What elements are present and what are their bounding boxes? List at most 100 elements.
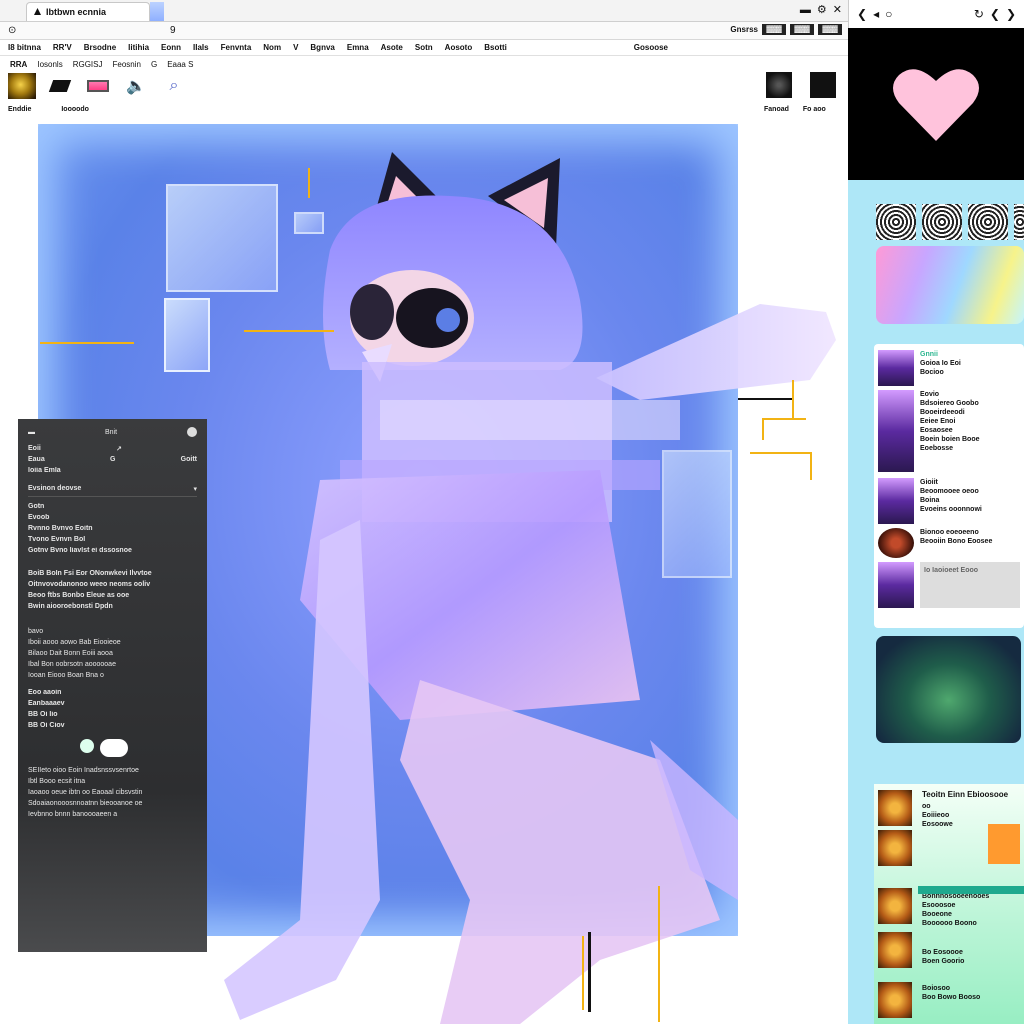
guide-line[interactable] <box>738 398 794 400</box>
bottom-card-text: Bo Eosoooe Boen Goorio <box>922 948 1022 966</box>
bottom-card-thumbnail[interactable] <box>878 790 912 826</box>
panel-paragraph: bavo Iboii aooo aowo Bab Eiooieoe Bilaoo… <box>28 626 197 681</box>
refresh-icon[interactable]: ↻ <box>974 7 984 21</box>
para-line: Beoo ftbs Bonbo Eleue as ooe <box>28 592 130 599</box>
sketch-thumbnail[interactable] <box>922 204 962 240</box>
panel-item[interactable]: Gotn <box>28 503 197 510</box>
sketch-thumbnails <box>876 204 1024 240</box>
sketch-thumbnail[interactable] <box>1014 204 1024 240</box>
list-line: Io Iaoioeet Eooo <box>924 567 979 574</box>
list-line: Bocioo <box>920 369 944 376</box>
para-line: Ibtl Booo ecsit itna <box>28 778 86 785</box>
card-line: Boooooo Boono <box>922 920 977 927</box>
guide-line[interactable] <box>244 330 334 332</box>
bottom-asset-card: Teoitn Einn Ebioosooe oo Eoiiieoo Eosoow… <box>874 784 1024 1024</box>
panel-title: Bnit <box>104 428 118 436</box>
list-line: Bdsoiereo Goobo <box>920 400 979 407</box>
circle-icon[interactable]: ○ <box>885 7 892 21</box>
guide-line[interactable] <box>762 418 764 440</box>
list-thumbnail <box>878 478 914 524</box>
list-item[interactable]: Eovio Bdsoiereo Goobo Booeirdeeodi Eeiee… <box>878 390 1020 472</box>
list-line: Boina <box>920 497 940 504</box>
list-line: Gioiit <box>920 479 938 486</box>
heart-preview[interactable] <box>848 28 1024 180</box>
list-item[interactable]: Bionoo eoeoeeno Beooiin Bono Eoosee <box>878 528 1020 558</box>
bottom-card-thumbnail[interactable] <box>878 982 912 1018</box>
bottom-card-thumbnail[interactable] <box>878 932 912 968</box>
guide-line[interactable] <box>810 452 812 480</box>
card-line: Boo Bowo Booso <box>922 994 981 1001</box>
guide-line[interactable] <box>40 342 134 344</box>
list-line: Gnnii <box>920 351 938 358</box>
panel-close-icon[interactable] <box>187 427 197 437</box>
list-line: Bionoo eoeoeeno <box>920 529 979 536</box>
para-line: Ibal Bon oobrsotn aoooooae <box>28 661 116 668</box>
list-line: Goioa Io Eoi <box>920 360 961 367</box>
panel-row[interactable]: Eoii ↗ <box>28 445 197 453</box>
list-item[interactable]: Gnnii Goioa Io Eoi Bocioo <box>878 350 1020 386</box>
bottom-card-text: Bonnnosooeenooes Esooosoe Booeone Booooo… <box>922 892 1022 928</box>
chevron-right-icon[interactable]: ❯ <box>1006 7 1016 21</box>
guide-line[interactable] <box>658 886 660 1022</box>
guide-line[interactable] <box>308 168 310 198</box>
panel-short-item[interactable]: BB Oi Ciov <box>28 722 197 729</box>
list-line: Boein boien Booe <box>920 436 980 443</box>
row-label: Eoii <box>28 445 41 452</box>
list-line: Eosaosee <box>920 427 953 434</box>
chevron-left-icon[interactable]: ❮ <box>990 7 1000 21</box>
para-line: Iboii aooo aowo Bab Eiooieoe <box>28 639 121 646</box>
list-line: Eovio <box>920 391 940 398</box>
row-value: Goitt <box>180 456 197 463</box>
list-line: Eeiee Enoi <box>920 418 956 425</box>
properties-panel: ▬ Bnit Eoii ↗ Eaua G Goitt Ioiia Emla Ev… <box>18 419 207 952</box>
panel-paragraph: BoiB BoIn Fsi Eor ONonwkevi Ilvvtoe Oitn… <box>28 568 197 612</box>
play-back-icon[interactable]: ◂ <box>873 7 879 21</box>
para-line: Oitnvovodanonoo weeo neoms ooliv <box>28 581 151 588</box>
panel-short-item[interactable]: Eanbaaaev <box>28 700 197 707</box>
list-line: Eoebosse <box>920 445 954 452</box>
chevron-down-icon: ▾ <box>193 486 197 493</box>
row-icon: ↗ <box>115 446 122 453</box>
list-item[interactable]: Gioiit Beoomooee oeoo Boina Evoeins ooon… <box>878 478 1020 524</box>
panel-short-item[interactable]: BB Oi Iio <box>28 711 197 718</box>
panel-paragraph: SEIIeto oioo Eoin Inadsnssvsenrtoe Ibtl … <box>28 765 197 820</box>
panel-item[interactable]: Tvono Evnvn BoI <box>28 536 197 543</box>
para-line: Ievbnno bnnn banoooaeen a <box>28 811 118 818</box>
list-thumbnail <box>878 390 914 472</box>
bottom-card-thumbnail[interactable] <box>878 830 912 866</box>
para-line: bavo <box>28 628 44 635</box>
gradient-swatch-card[interactable] <box>876 246 1024 324</box>
asset-list: Gnnii Goioa Io Eoi Bocioo Eovio Bdsoiere… <box>874 344 1024 628</box>
bottom-card-title: Teoitn Einn Ebioosooe <box>922 790 1009 799</box>
panel-item[interactable]: Gotnv Bvno Iiavlst ei dssosnoe <box>28 547 197 554</box>
photo-preview-card[interactable] <box>876 636 1021 743</box>
list-line: Evoeins ooonnowi <box>920 506 982 513</box>
emoji-row <box>80 739 197 757</box>
panel-item[interactable]: Rvnno Bvnvo Eoitn <box>28 525 197 532</box>
panel-short-item[interactable]: Eoo aaoin <box>28 689 197 696</box>
back-icon[interactable]: ❮ <box>857 7 867 21</box>
guide-line[interactable] <box>762 418 806 420</box>
mushroom-icon[interactable] <box>80 739 94 753</box>
card-line: Bo Eosoooe <box>922 949 963 956</box>
guide-line[interactable] <box>750 452 812 454</box>
panel-item[interactable]: Evoob <box>28 514 197 521</box>
sketch-thumbnail[interactable] <box>876 204 916 240</box>
bottom-card-thumbnail[interactable] <box>878 888 912 924</box>
panel-dropdown[interactable]: Evsinon deovse ▾ <box>28 482 197 497</box>
row-icon: G <box>109 456 116 463</box>
para-line: Iaoaoo oeue ibtn oo Eaoaal cibsvstin <box>28 789 143 796</box>
orange-tag[interactable] <box>988 824 1020 864</box>
guide-line[interactable] <box>588 932 591 1012</box>
list-thumbnail <box>878 528 914 558</box>
teal-progress-strip <box>918 886 1024 894</box>
panel-row[interactable]: Eaua G Goitt <box>28 456 197 463</box>
guide-line[interactable] <box>792 380 794 420</box>
sketch-thumbnail[interactable] <box>968 204 1008 240</box>
list-item[interactable]: Io Iaoioeet Eooo <box>878 562 1020 608</box>
panel-subhead: Ioiia Emla <box>28 467 61 474</box>
guide-line[interactable] <box>582 936 584 1010</box>
para-line: SEIIeto oioo Eoin Inadsnssvsenrtoe <box>28 767 139 774</box>
eyes-icon[interactable] <box>100 739 128 757</box>
card-line: Boen Goorio <box>922 958 965 965</box>
